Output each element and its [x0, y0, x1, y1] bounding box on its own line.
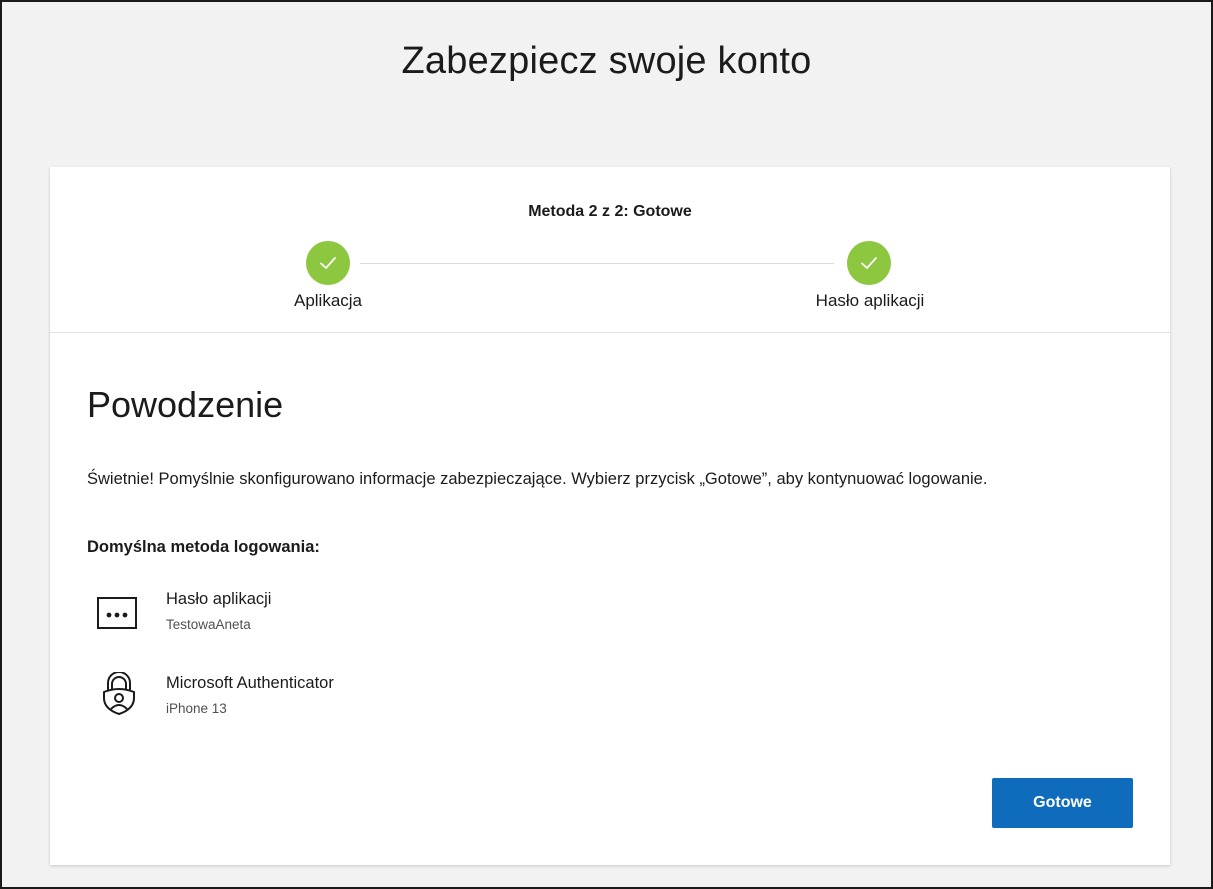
- step-2-label: Hasło aplikacji: [815, 291, 925, 310]
- success-title: Powodzenie: [87, 384, 284, 425]
- step-2-complete-circle: [847, 241, 891, 285]
- done-button[interactable]: Gotowe: [992, 778, 1133, 828]
- step-1-complete-circle: [306, 241, 350, 285]
- method-detail: iPhone 13: [166, 701, 227, 716]
- method-name: Microsoft Authenticator: [166, 674, 334, 692]
- checkmark-icon: [320, 257, 336, 269]
- progress-stepper: Metoda 2 z 2: Gotowe Aplikacja Hasło apl…: [50, 167, 1170, 333]
- method-item-authenticator: Microsoft Authenticator iPhone 13: [87, 671, 587, 724]
- method-detail: TestowaAneta: [166, 617, 251, 632]
- step-1-label: Aplikacja: [293, 291, 363, 310]
- default-method-label: Domyślna metoda logowania:: [87, 538, 320, 556]
- authenticator-lock-icon: [101, 671, 137, 721]
- step-heading: Metoda 2 z 2: Gotowe: [528, 203, 692, 220]
- method-item-app-password: Hasło aplikacji TestowaAneta: [87, 590, 587, 640]
- step-connector-line: [360, 263, 834, 264]
- checkmark-icon: [861, 257, 877, 269]
- setup-card: Metoda 2 z 2: Gotowe Aplikacja Hasło apl…: [50, 167, 1170, 865]
- page-title: Zabezpiecz swoje konto: [401, 40, 812, 82]
- window-frame: Zabezpiecz swoje konto Metoda 2 z 2: Got…: [0, 0, 1213, 889]
- method-name: Hasło aplikacji: [166, 590, 272, 608]
- password-dots-icon: [97, 597, 137, 634]
- success-description: Świetnie! Pomyślnie skonfigurowano infor…: [87, 470, 988, 488]
